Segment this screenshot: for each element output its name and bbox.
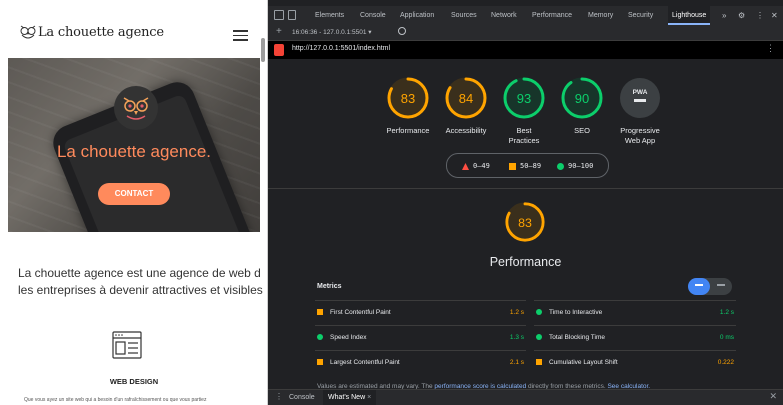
metric-lcp[interactable]: Largest Contentful Paint 2.1 s (315, 350, 526, 374)
tab-elements[interactable]: Elements (315, 6, 344, 25)
compact-view-icon (695, 284, 703, 286)
pass-circle-icon (317, 334, 323, 340)
tab-network[interactable]: Network (491, 6, 517, 25)
drawer-tab-whats-new[interactable]: What's New × (323, 390, 377, 405)
tab-performance[interactable]: Performance (532, 6, 572, 25)
report-url[interactable]: http://127.0.0.1:5501/index.html (292, 45, 390, 52)
web-design-icon (112, 331, 142, 359)
intro-line-1: La chouette agence est une agence de web… (18, 266, 261, 280)
metric-fcp[interactable]: First Contentful Paint 1.2 s (315, 300, 526, 324)
report-menu-icon[interactable]: ⋮ (766, 43, 775, 54)
owl-logo-icon (20, 25, 36, 39)
average-square-icon (317, 359, 323, 365)
gauge-label: Performance (386, 126, 430, 135)
site-logo-text[interactable]: La chouette agence (38, 25, 164, 40)
gauge-accessibility[interactable]: 84 Accessibility (436, 76, 496, 136)
metrics-view-toggle[interactable] (688, 278, 732, 295)
service-description: Que vous ayez un site web qui a besoin d… (24, 397, 207, 403)
gauge-seo[interactable]: 90 SEO (552, 76, 612, 136)
gauge-pwa[interactable]: PWA Progressive Web App (610, 76, 670, 146)
metric-tti[interactable]: Time to Interactive 1.2 s (534, 300, 736, 324)
metric-cls[interactable]: Cumulative Layout Shift 0.222 (534, 350, 736, 374)
gauge-label: Progressive Web App (620, 126, 660, 145)
intro-line-2: les entreprises à devenir attractives et… (18, 283, 263, 297)
gauge-best-practices[interactable]: 93 Best Practices (494, 76, 554, 146)
tab-application[interactable]: Application (400, 6, 434, 25)
gauge-ring-icon: 90 (561, 77, 603, 119)
report-url-bar: http://127.0.0.1:5501/index.html ⋮ (268, 41, 783, 59)
report-select[interactable]: 16:06:36 - 127.0.0.1:5501 ▾ (292, 28, 372, 36)
pwa-badge-icon: PWA (620, 78, 660, 118)
gauge-label: Best Practices (508, 126, 540, 145)
svg-text:PWA: PWA (633, 89, 648, 96)
tab-lighthouse[interactable]: Lighthouse (668, 6, 711, 25)
more-tabs-button[interactable]: » (722, 6, 726, 25)
gauge-performance[interactable]: 83 Performance (378, 76, 438, 136)
score-legend: 0–49 50–89 90–100 (446, 153, 609, 178)
gauge-ring-icon: 83 (387, 77, 429, 119)
gauge-score: 84 (459, 91, 473, 106)
hamburger-menu-icon[interactable] (233, 30, 248, 41)
device-toolbar-icon[interactable] (288, 10, 296, 20)
average-square-icon (509, 163, 516, 170)
pass-circle-icon (536, 309, 542, 315)
owl-badge-icon (114, 86, 158, 130)
service-title: WEB DESIGN (109, 377, 159, 386)
gauge-score: 90 (575, 91, 589, 106)
performance-score: 83 (518, 216, 532, 230)
settings-gear-icon[interactable]: ⚙ (738, 6, 745, 25)
gauge-label: Accessibility (445, 126, 487, 135)
pass-circle-icon (536, 334, 542, 340)
legend-pass: 90–100 (568, 162, 594, 170)
lighthouse-logo-icon (274, 44, 284, 56)
devtools-tabbar: Elements Console Application Sources Net… (268, 6, 783, 25)
performance-section: 83 Performance Metrics First Contentful … (268, 190, 783, 390)
clear-reports-icon[interactable] (398, 27, 406, 35)
gauge-ring-icon: 84 (445, 77, 487, 119)
lighthouse-toolbar: + 16:06:36 - 127.0.0.1:5501 ▾ (268, 25, 783, 41)
average-square-icon (536, 359, 542, 365)
legend-average: 50–89 (520, 162, 542, 170)
close-tab-icon[interactable]: × (367, 394, 371, 401)
close-devtools-icon[interactable]: ✕ (771, 6, 778, 25)
metrics-title: Metrics (317, 283, 342, 290)
performance-gauge-icon: 83 (505, 202, 545, 242)
expanded-view-icon (717, 284, 725, 286)
gauge-ring-icon: 93 (503, 77, 545, 119)
intro-text: La chouette agence est une agence de web… (18, 265, 267, 299)
fail-triangle-icon (462, 163, 469, 170)
gauge-score: 93 (517, 91, 531, 106)
pass-circle-icon (557, 163, 564, 170)
tab-memory[interactable]: Memory (588, 6, 613, 25)
hero-banner: La chouette agence. CONTACT (8, 58, 260, 232)
devtools-panel: Elements Console Application Sources Net… (268, 0, 783, 405)
performance-title: Performance (489, 255, 562, 269)
website-preview: La chouette agence La chouette agence. C… (0, 0, 268, 405)
kebab-menu-icon[interactable]: ⋮ (756, 6, 764, 25)
tab-sources[interactable]: Sources (451, 6, 477, 25)
new-report-plus-icon[interactable]: + (276, 26, 282, 37)
site-header: La chouette agence (0, 0, 267, 58)
close-drawer-icon[interactable]: ✕ (769, 391, 777, 402)
metric-speed-index[interactable]: Speed Index 1.3 s (315, 325, 526, 349)
devtools-drawer: ⋮ Console What's New × ✕ (268, 389, 783, 405)
contact-button[interactable]: CONTACT (98, 183, 170, 205)
metric-tbt[interactable]: Total Blocking Time 0 ms (534, 325, 736, 349)
drawer-menu-icon[interactable]: ⋮ (275, 392, 283, 401)
average-square-icon (317, 309, 323, 315)
inspect-element-icon[interactable] (274, 10, 284, 20)
legend-fail: 0–49 (473, 162, 490, 170)
tab-console[interactable]: Console (360, 6, 386, 25)
gauge-score: 83 (401, 91, 415, 106)
tab-security[interactable]: Security (628, 6, 653, 25)
drawer-tab-console[interactable]: Console (289, 390, 315, 405)
hero-title: La chouette agence. (56, 142, 212, 161)
gauge-label: SEO (574, 126, 590, 135)
page-scrollbar[interactable] (261, 38, 265, 62)
